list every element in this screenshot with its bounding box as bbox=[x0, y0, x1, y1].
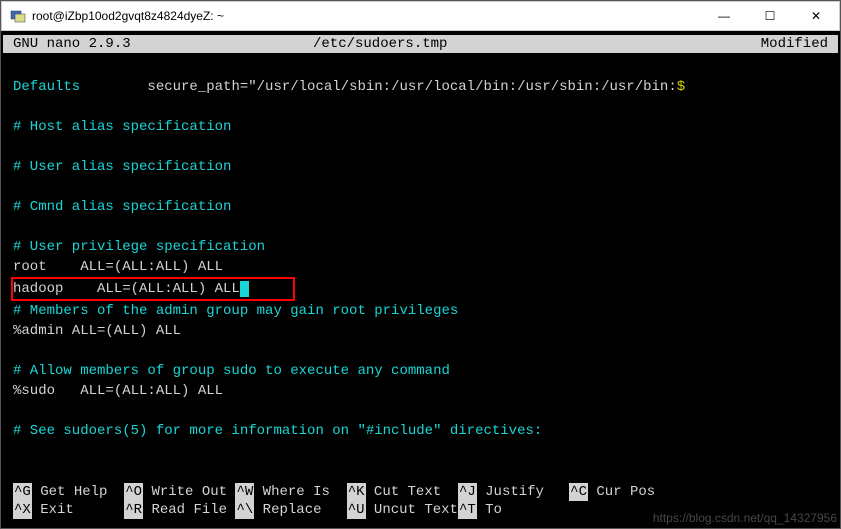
shortcut-key: ^J bbox=[458, 483, 477, 501]
window-titlebar: root@iZbp10od2gvqt8z4824dyeZ: ~ — ☐ ✕ bbox=[1, 1, 840, 31]
config-line: %sudo ALL=(ALL:ALL) ALL bbox=[13, 383, 223, 399]
shortcut-key: ^U bbox=[347, 501, 366, 519]
config-line: root ALL=(ALL:ALL) ALL bbox=[13, 259, 223, 275]
watermark: https://blog.csdn.net/qq_14327956 bbox=[653, 511, 837, 525]
close-button[interactable]: ✕ bbox=[793, 2, 839, 30]
shortcut-key: ^R bbox=[124, 501, 143, 519]
nano-filename: /etc/sudoers.tmp bbox=[313, 35, 728, 53]
nano-status: Modified bbox=[728, 35, 828, 53]
shortcut-label: Justify bbox=[477, 484, 569, 500]
comment-line: # User alias specification bbox=[13, 159, 231, 175]
comment-line: # Cmnd alias specification bbox=[13, 199, 231, 215]
comment-line: # See sudoers(5) for more information on… bbox=[13, 423, 542, 439]
shortcut-label: Where Is bbox=[254, 484, 346, 500]
shortcut-label: Replace bbox=[254, 502, 346, 518]
shortcut-label: Read File bbox=[143, 502, 235, 518]
shortcut-label: To bbox=[477, 502, 511, 518]
text-line: Defaults bbox=[13, 79, 80, 95]
editor-content[interactable]: Defaults secure_path="/usr/local/sbin:/u… bbox=[3, 53, 838, 441]
shortcut-key: ^C bbox=[569, 483, 588, 501]
minimize-button[interactable]: — bbox=[701, 2, 747, 30]
shortcut-label: Write Out bbox=[143, 484, 235, 500]
nano-header: GNU nano 2.9.3 /etc/sudoers.tmp Modified bbox=[3, 35, 838, 53]
shortcut-key: ^T bbox=[458, 501, 477, 519]
config-line: hadoop ALL=(ALL:ALL) ALL bbox=[13, 281, 240, 297]
highlighted-line: hadoop ALL=(ALL:ALL) ALL bbox=[11, 277, 295, 301]
shortcut-label: Uncut Text bbox=[366, 502, 458, 518]
cursor bbox=[240, 281, 249, 297]
text-line: secure_path="/usr/local/sbin:/usr/local/… bbox=[80, 79, 677, 95]
shortcut-key: ^W bbox=[235, 483, 254, 501]
shortcut-key: ^\ bbox=[235, 501, 254, 519]
shortcut-label: Exit bbox=[32, 502, 124, 518]
window-controls: — ☐ ✕ bbox=[701, 2, 839, 30]
shortcut-label: Cur Pos bbox=[588, 484, 680, 500]
comment-line: # Members of the admin group may gain ro… bbox=[13, 303, 458, 319]
nano-app-version: GNU nano 2.9.3 bbox=[13, 35, 313, 53]
shortcut-label: Get Help bbox=[32, 484, 124, 500]
comment-line: # Allow members of group sudo to execute… bbox=[13, 363, 450, 379]
terminal-area[interactable]: GNU nano 2.9.3 /etc/sudoers.tmp Modified… bbox=[1, 31, 840, 524]
shortcut-label: Cut Text bbox=[366, 484, 458, 500]
config-line: %admin ALL=(ALL) ALL bbox=[13, 323, 181, 339]
shortcut-key: ^X bbox=[13, 501, 32, 519]
shortcut-key: ^O bbox=[124, 483, 143, 501]
window-title: root@iZbp10od2gvqt8z4824dyeZ: ~ bbox=[32, 9, 701, 23]
shortcut-key: ^K bbox=[347, 483, 366, 501]
putty-icon bbox=[10, 8, 26, 24]
comment-line: # Host alias specification bbox=[13, 119, 231, 135]
continuation-marker: $ bbox=[677, 79, 685, 95]
shortcut-key: ^G bbox=[13, 483, 32, 501]
maximize-button[interactable]: ☐ bbox=[747, 2, 793, 30]
comment-line: # User privilege specification bbox=[13, 239, 265, 255]
